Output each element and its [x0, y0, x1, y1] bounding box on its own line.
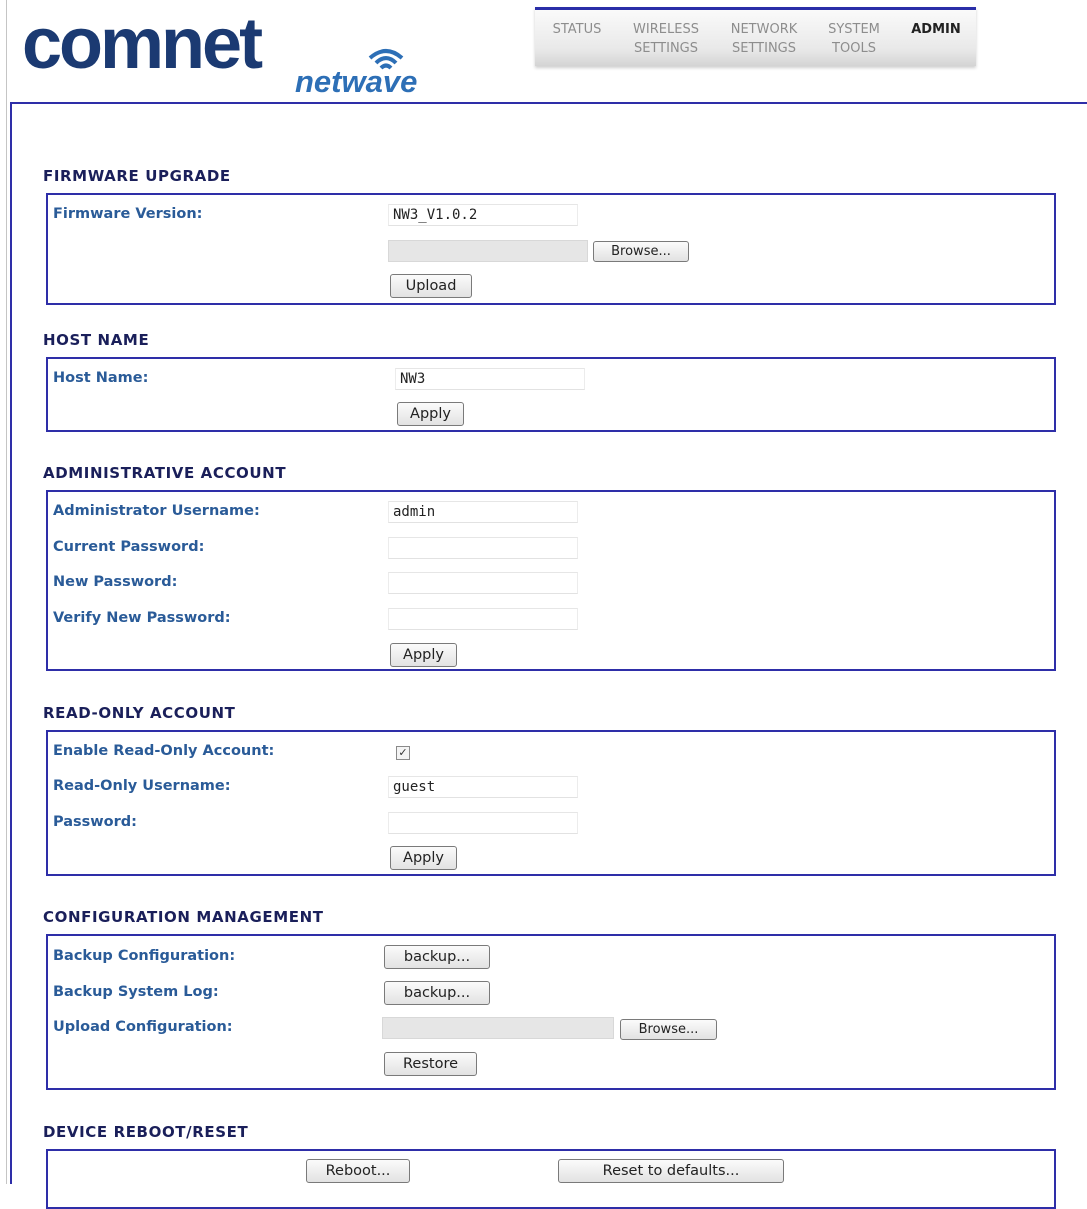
- reboot-box: [46, 1149, 1056, 1209]
- admin-username-label: Administrator Username:: [53, 503, 260, 519]
- host-name-input[interactable]: NW3: [395, 368, 585, 390]
- readonly-username-label: Read-Only Username:: [53, 778, 231, 794]
- comnet-logo: comnet: [22, 4, 263, 84]
- admin-section-title: ADMINISTRATIVE ACCOUNT: [43, 464, 287, 482]
- netwave-logo: netwave: [295, 64, 418, 99]
- nav-system-line2: TOOLS: [832, 41, 876, 56]
- restore-button[interactable]: Restore: [384, 1052, 477, 1076]
- enable-readonly-label: Enable Read-Only Account:: [53, 743, 275, 759]
- host-apply-button[interactable]: Apply: [397, 402, 464, 426]
- nav-network-line2: SETTINGS: [731, 41, 796, 56]
- firmware-version-label: Firmware Version:: [53, 206, 203, 222]
- readonly-username-input[interactable]: guest: [388, 776, 578, 798]
- current-password-label: Current Password:: [53, 539, 205, 555]
- firmware-version-field: NW3_V1.0.2: [388, 204, 578, 226]
- backup-config-button[interactable]: backup...: [384, 945, 490, 969]
- readonly-password-label: Password:: [53, 814, 137, 830]
- nav-admin[interactable]: ADMIN: [905, 20, 967, 39]
- nav-system-tools[interactable]: SYSTEM TOOLS: [820, 20, 888, 58]
- nav-network-line1: NETWORK: [730, 22, 798, 37]
- backup-config-label: Backup Configuration:: [53, 948, 236, 964]
- current-password-input[interactable]: [388, 537, 578, 559]
- admin-apply-button[interactable]: Apply: [390, 643, 457, 667]
- content-frame-top: [10, 102, 1087, 104]
- admin-username-input[interactable]: admin: [388, 501, 578, 523]
- content-frame-left: [10, 102, 12, 1184]
- nav-system-line1: SYSTEM: [828, 22, 880, 37]
- main-nav: STATUS WIRELESS SETTINGS NETWORK SETTING…: [535, 7, 976, 66]
- upload-config-file-input[interactable]: [382, 1017, 614, 1039]
- firmware-browse-button[interactable]: Browse...: [593, 241, 689, 262]
- nav-wireless-settings[interactable]: WIRELESS SETTINGS: [625, 20, 707, 58]
- host-section-title: HOST NAME: [43, 331, 150, 349]
- host-name-label: Host Name:: [53, 370, 149, 386]
- nav-status-label: STATUS: [552, 22, 602, 37]
- nav-network-settings[interactable]: NETWORK SETTINGS: [721, 20, 807, 58]
- enable-readonly-checkbox[interactable]: ✓: [396, 746, 410, 760]
- upload-config-browse-button[interactable]: Browse...: [620, 1019, 717, 1040]
- nav-wireless-line1: WIRELESS: [633, 22, 699, 37]
- upload-config-label: Upload Configuration:: [53, 1019, 233, 1035]
- readonly-section-title: READ-ONLY ACCOUNT: [43, 704, 236, 722]
- reboot-button[interactable]: Reboot...: [306, 1159, 410, 1183]
- reset-defaults-button[interactable]: Reset to defaults...: [558, 1159, 784, 1183]
- readonly-password-input[interactable]: [388, 812, 578, 834]
- backup-log-label: Backup System Log:: [53, 984, 219, 1000]
- new-password-input[interactable]: [388, 572, 578, 594]
- verify-password-input[interactable]: [388, 608, 578, 630]
- backup-log-button[interactable]: backup...: [384, 981, 490, 1005]
- readonly-apply-button[interactable]: Apply: [390, 846, 457, 870]
- nav-admin-label: ADMIN: [911, 22, 961, 37]
- new-password-label: New Password:: [53, 574, 178, 590]
- reboot-section-title: DEVICE REBOOT/RESET: [43, 1123, 249, 1141]
- firmware-file-input[interactable]: [388, 240, 588, 262]
- config-section-title: CONFIGURATION MANAGEMENT: [43, 908, 324, 926]
- nav-wireless-line2: SETTINGS: [633, 41, 698, 56]
- page-edge: [6, 0, 7, 1184]
- nav-status[interactable]: STATUS: [549, 20, 605, 39]
- verify-password-label: Verify New Password:: [53, 610, 231, 626]
- firmware-section-title: FIRMWARE UPGRADE: [43, 167, 231, 185]
- firmware-upload-button[interactable]: Upload: [390, 274, 472, 298]
